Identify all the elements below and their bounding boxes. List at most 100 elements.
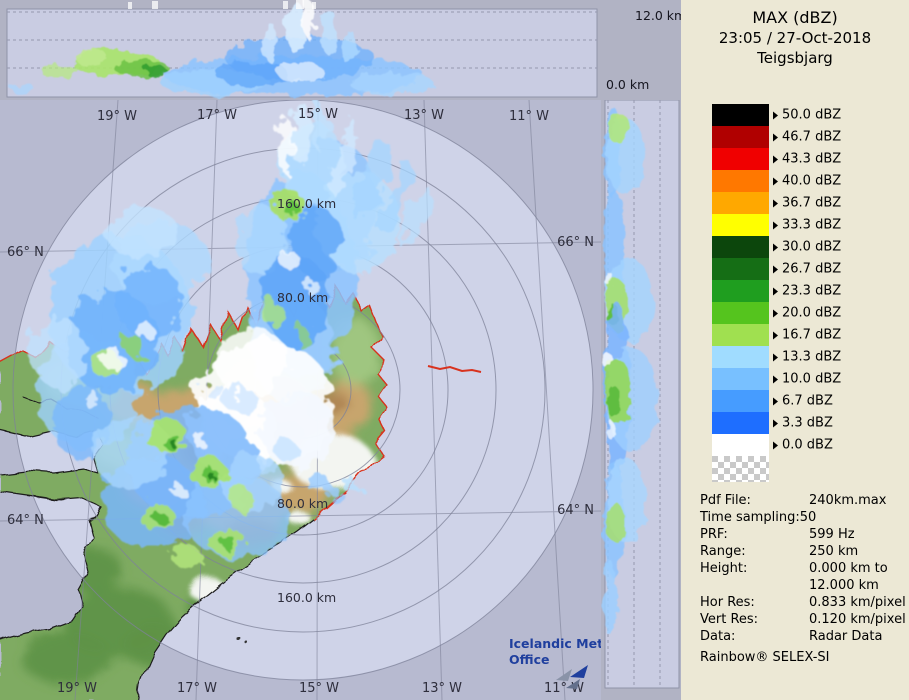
legend-label: 40.0 dBZ — [773, 174, 841, 189]
legend-entry: 26.7 dBZ — [712, 258, 841, 280]
lon-label-bottom: 15° W — [299, 681, 339, 696]
tick-arrow-icon — [773, 287, 778, 295]
legend-swatch — [712, 126, 769, 148]
legend-label: 10.0 dBZ — [773, 372, 841, 387]
legend-swatch — [712, 192, 769, 214]
height-axis: 12.0 km 0.0 km — [601, 0, 686, 100]
height-axis-max-label: 12.0 km — [635, 8, 687, 23]
legend-label: 50.0 dBZ — [773, 108, 841, 123]
legend-swatch — [712, 346, 769, 368]
legend-entry: 30.0 dBZ — [712, 236, 841, 258]
metadata-row: Pdf File: 240km.max — [700, 493, 887, 508]
legend-label: 46.7 dBZ — [773, 130, 841, 145]
legend-entry: 0.0 dBZ — [712, 434, 833, 456]
lat-label-right: 64° N — [557, 503, 594, 518]
metadata: Pdf File: 240km.max Time sampling: 50 PRF: 59… — [700, 492, 909, 645]
radar-station-name: Teigsbjarg — [757, 49, 833, 67]
tick-arrow-icon — [773, 397, 778, 405]
lon-label-bottom: 19° W — [57, 681, 97, 696]
imo-logo-text-line1: Icelandic Met — [509, 636, 601, 651]
legend-swatch — [712, 148, 769, 170]
imo-logo-text-line2: Office — [509, 652, 549, 667]
below-threshold-swatch — [712, 456, 769, 482]
legend-label: 26.7 dBZ — [773, 262, 841, 277]
info-panel: MAX (dBZ) 23:05 / 27-Oct-2018 Teigsbjarg… — [681, 0, 909, 700]
legend-swatch — [712, 258, 769, 280]
legend-swatch — [712, 170, 769, 192]
lon-label-bottom: 13° W — [422, 681, 462, 696]
dbz-color-legend: 50.0 dBZ 46.7 dBZ 43.3 dBZ 40.0 dBZ 36.7 dBZ… — [712, 104, 909, 482]
range-ring-label: 160.0 km — [277, 590, 336, 605]
legend-entry: 33.3 dBZ — [712, 214, 841, 236]
range-ring-label: 80.0 km — [277, 496, 328, 511]
tick-arrow-icon — [773, 441, 778, 449]
product-title: MAX (dBZ) — [752, 8, 838, 27]
lon-label-top: 17° W — [197, 108, 237, 123]
product-datetime: 23:05 / 27-Oct-2018 — [718, 29, 872, 47]
lon-label-top: 19° W — [97, 109, 137, 124]
legend-entry: 46.7 dBZ — [712, 126, 841, 148]
metadata-row: Hor Res: 0.833 km/pixel — [700, 595, 906, 610]
legend-swatch — [712, 368, 769, 390]
metadata-row: Data: Radar Data — [700, 629, 883, 644]
height-axis-min-label: 0.0 km — [606, 77, 650, 92]
legend-swatch — [712, 302, 769, 324]
legend-entry: 23.3 dBZ — [712, 280, 841, 302]
metadata-row: Time sampling: 50 — [700, 510, 817, 525]
legend-entry: 40.0 dBZ — [712, 170, 841, 192]
legend-swatch — [712, 390, 769, 412]
lat-label-left: 64° N — [7, 513, 44, 528]
legend-swatch — [712, 412, 769, 434]
side-cross-section — [601, 100, 681, 700]
lon-label-top: 11° W — [509, 109, 549, 124]
legend-label: 6.7 dBZ — [773, 394, 833, 409]
tick-arrow-icon — [773, 133, 778, 141]
top-cross-section — [0, 0, 601, 100]
radar-product-window: 12.0 km 0.0 km 19° W 17° W 15° W 13° W 1… — [0, 0, 909, 700]
tick-arrow-icon — [773, 331, 778, 339]
legend-label: 30.0 dBZ — [773, 240, 841, 255]
legend-entry: 43.3 dBZ — [712, 148, 841, 170]
metadata-row: Height: 0.000 km to — [700, 561, 888, 576]
metadata-row: Range: 250 km — [700, 544, 859, 559]
legend-entry: 50.0 dBZ — [712, 104, 841, 126]
software-brand: Rainbow® SELEX-SI — [700, 650, 830, 665]
legend-label: 16.7 dBZ — [773, 328, 841, 343]
legend-label: 36.7 dBZ — [773, 196, 841, 211]
tick-arrow-icon — [773, 419, 778, 427]
lon-label-top: 15° W — [298, 107, 338, 122]
legend-entry: 13.3 dBZ — [712, 346, 841, 368]
legend-label: 3.3 dBZ — [773, 416, 833, 431]
lat-label-left: 66° N — [7, 245, 44, 260]
radar-map: 19° W 17° W 15° W 13° W 11° W 19° W 17° … — [0, 100, 601, 700]
legend-swatch — [712, 434, 769, 456]
legend-entry: 16.7 dBZ — [712, 324, 841, 346]
tick-arrow-icon — [773, 265, 778, 273]
tick-arrow-icon — [773, 309, 778, 317]
legend-label: 0.0 dBZ — [773, 438, 833, 453]
tick-arrow-icon — [773, 199, 778, 207]
tick-arrow-icon — [773, 375, 778, 383]
legend-entry: 20.0 dBZ — [712, 302, 841, 324]
legend-label: 43.3 dBZ — [773, 152, 841, 167]
legend-swatch — [712, 280, 769, 302]
lat-label-right: 66° N — [557, 235, 594, 250]
legend-swatch — [712, 324, 769, 346]
legend-entry: 36.7 dBZ — [712, 192, 841, 214]
tick-arrow-icon — [773, 221, 778, 229]
tick-arrow-icon — [773, 111, 778, 119]
legend-swatch — [712, 214, 769, 236]
lon-label-bottom: 17° W — [177, 681, 217, 696]
legend-swatch — [712, 236, 769, 258]
metadata-rows: Pdf File: 240km.max Time sampling: 50 PRF: 59… — [700, 492, 909, 645]
tick-arrow-icon — [773, 243, 778, 251]
tick-arrow-icon — [773, 155, 778, 163]
legend-label: 13.3 dBZ — [773, 350, 841, 365]
legend-label: 23.3 dBZ — [773, 284, 841, 299]
range-ring-label: 160.0 km — [277, 196, 336, 211]
tick-arrow-icon — [773, 177, 778, 185]
legend-label: 20.0 dBZ — [773, 306, 841, 321]
lon-label-top: 13° W — [404, 108, 444, 123]
metadata-row: Vert Res: 0.120 km/pixel — [700, 612, 906, 627]
legend-label: 33.3 dBZ — [773, 218, 841, 233]
